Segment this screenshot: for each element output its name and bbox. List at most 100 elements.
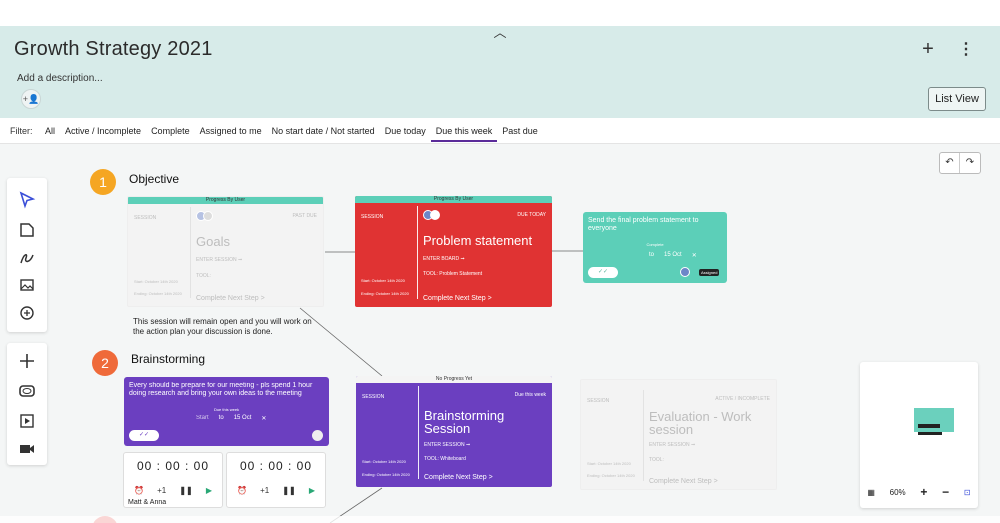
timer-display: 00 : 00 : 00 — [239, 459, 313, 473]
avatar — [680, 267, 690, 277]
add-icon[interactable] — [17, 351, 37, 371]
filter-complete[interactable]: Complete — [146, 118, 195, 142]
card-title: Evaluation - Work session — [649, 409, 752, 437]
timer-controls: ⏰ +1 ❚❚ ▶ — [237, 486, 315, 495]
alarm-off-icon[interactable]: ⏰ — [237, 486, 247, 495]
assigned-badge: Assigned — [699, 269, 720, 276]
enter-board-link[interactable]: ENTER BOARD ➞ — [423, 256, 465, 262]
section-number-badge: 1 — [90, 169, 116, 195]
zoom-level: 60% — [889, 487, 906, 497]
collapse-header-button[interactable]: ︿ — [492, 26, 508, 40]
kebab-menu-button[interactable]: ⋮ — [958, 41, 974, 59]
enter-session-link[interactable]: ENTER SESSION ➞ — [649, 442, 695, 448]
task-end-date[interactable]: 15 Oct — [664, 252, 682, 259]
session-frame-icon[interactable] — [17, 381, 37, 401]
tool-palette — [7, 178, 47, 332]
minimap-mark — [918, 432, 942, 435]
undo-icon[interactable]: ↶ — [940, 153, 960, 173]
minimap-mark — [918, 424, 940, 428]
complete-next-step[interactable]: Complete Next Step > — [649, 478, 718, 485]
session-label: SESSION — [361, 214, 384, 220]
task-to-label: to — [218, 415, 224, 421]
task-complete-label: Complete — [646, 242, 664, 247]
session-card-goals[interactable]: Progress By User SESSION PAST DUE Goals … — [127, 196, 324, 307]
card-divider — [643, 390, 644, 481]
progress-tag: No Progress Yet — [356, 376, 552, 383]
start-date: Start: October 14th 2020 — [361, 278, 405, 283]
start-date: Start: October 14th 2020 — [587, 461, 631, 466]
progress-tag: Progress By User — [128, 197, 323, 204]
filter-bar: Filter: All Active / Incomplete Complete… — [0, 118, 1000, 144]
minimap-preview[interactable] — [914, 408, 954, 432]
minimap-panel: ▦ 60% + − ⊡ — [860, 362, 978, 508]
filter-due-this-week[interactable]: Due this week — [430, 118, 498, 142]
task-start-date[interactable]: Start — [196, 415, 209, 422]
filter-active-incomplete[interactable]: Active / Incomplete — [60, 118, 146, 142]
complete-next-step[interactable]: Complete Next Step > — [424, 474, 493, 481]
select-pointer-icon[interactable] — [17, 190, 37, 210]
end-date: Ending: October 14th 2020 — [361, 291, 409, 296]
session-card-evaluation[interactable]: SESSION ACTIVE / INCOMPLETE Evaluation -… — [580, 379, 777, 490]
add-member-icon[interactable]: +👤 — [21, 89, 41, 109]
section-description[interactable]: This session will remain open and you wi… — [133, 317, 318, 337]
play-icon[interactable]: ▶ — [206, 486, 212, 495]
session-label: SESSION — [362, 394, 385, 400]
task-end-date[interactable]: 15 Oct — [234, 415, 252, 422]
complete-next-step[interactable]: Complete Next Step > — [423, 295, 492, 302]
timer-increment[interactable]: +1 — [260, 486, 269, 495]
status-label: DUE TODAY — [517, 212, 546, 218]
filter-assigned-to-me[interactable]: Assigned to me — [195, 118, 267, 142]
complete-next-step[interactable]: Complete Next Step > — [196, 295, 265, 302]
progress-tag: Progress By User — [355, 196, 552, 203]
enter-session-link[interactable]: ENTER SESSION ➞ — [424, 442, 470, 448]
timer-add-icon[interactable] — [17, 302, 37, 322]
check-toggle-icon[interactable]: ✓✓ — [129, 430, 159, 441]
filter-past-due[interactable]: Past due — [497, 118, 543, 142]
video-play-icon[interactable] — [17, 411, 37, 431]
card-title: Brainstorming Session — [424, 408, 505, 436]
add-description-field[interactable]: Add a description... — [17, 73, 103, 84]
redo-icon[interactable]: ↷ — [960, 153, 980, 173]
session-card-problem-statement[interactable]: Progress By User SESSION DUE TODAY Probl… — [355, 196, 552, 307]
section-title-brainstorming[interactable]: Brainstorming — [131, 352, 205, 366]
pause-icon[interactable]: ❚❚ — [282, 486, 295, 495]
task-card-final-statement[interactable]: Send the final problem statement to ever… — [583, 212, 727, 283]
alarm-off-icon[interactable]: ⏰ — [134, 486, 144, 495]
timer-widget: 00 : 00 : 00 ⏰ +1 ❚❚ ▶ — [226, 452, 326, 508]
check-toggle-icon[interactable]: ✓✓ — [588, 267, 618, 278]
task-date-row: to 15 Oct ✕ — [649, 252, 697, 259]
card-title: Problem statement — [423, 233, 533, 248]
add-plus-button[interactable]: + — [918, 39, 938, 59]
draw-icon[interactable] — [17, 248, 37, 268]
task-card-prepare[interactable]: Every should be prepare for our meeting … — [124, 377, 329, 446]
video-call-icon[interactable] — [17, 439, 37, 459]
avatar-group — [423, 210, 445, 220]
image-upload-icon[interactable] — [17, 275, 37, 295]
close-icon[interactable]: ✕ — [261, 415, 266, 422]
status-label: ACTIVE / INCOMPLETE — [715, 396, 770, 402]
end-date: Ending: October 14th 2020 — [134, 291, 182, 296]
zoom-in-icon[interactable]: + — [920, 485, 927, 499]
filter-due-today[interactable]: Due today — [380, 118, 431, 142]
note-icon[interactable] — [17, 220, 37, 240]
end-date: Ending: October 14th 2020 — [362, 472, 410, 477]
grid-icon[interactable]: ▦ — [867, 488, 875, 497]
session-card-brainstorming[interactable]: No Progress Yet SESSION Due this week Br… — [356, 376, 552, 487]
enter-session-link[interactable]: ENTER SESSION ➞ — [196, 257, 242, 263]
section-title-objective[interactable]: Objective — [129, 172, 179, 186]
app-root: ︿ Growth Strategy 2021 Add a description… — [0, 0, 1000, 523]
list-view-button[interactable]: List View — [928, 87, 986, 111]
timer-increment[interactable]: +1 — [157, 486, 166, 495]
board-title[interactable]: Growth Strategy 2021 — [14, 38, 213, 61]
task-due-label: Due this week — [213, 407, 240, 412]
filter-all[interactable]: All — [40, 118, 60, 142]
play-icon[interactable]: ▶ — [309, 486, 315, 495]
pause-icon[interactable]: ❚❚ — [179, 486, 192, 495]
task-text: Send the final problem statement to ever… — [588, 217, 699, 232]
status-label: Due this week — [514, 392, 546, 398]
zoom-out-icon[interactable]: − — [942, 485, 949, 499]
filter-no-start-date[interactable]: No start date / Not started — [267, 118, 380, 142]
close-icon[interactable]: ✕ — [692, 252, 697, 259]
fit-view-icon[interactable]: ⊡ — [964, 488, 971, 497]
start-date: Start: October 14th 2020 — [362, 459, 406, 464]
